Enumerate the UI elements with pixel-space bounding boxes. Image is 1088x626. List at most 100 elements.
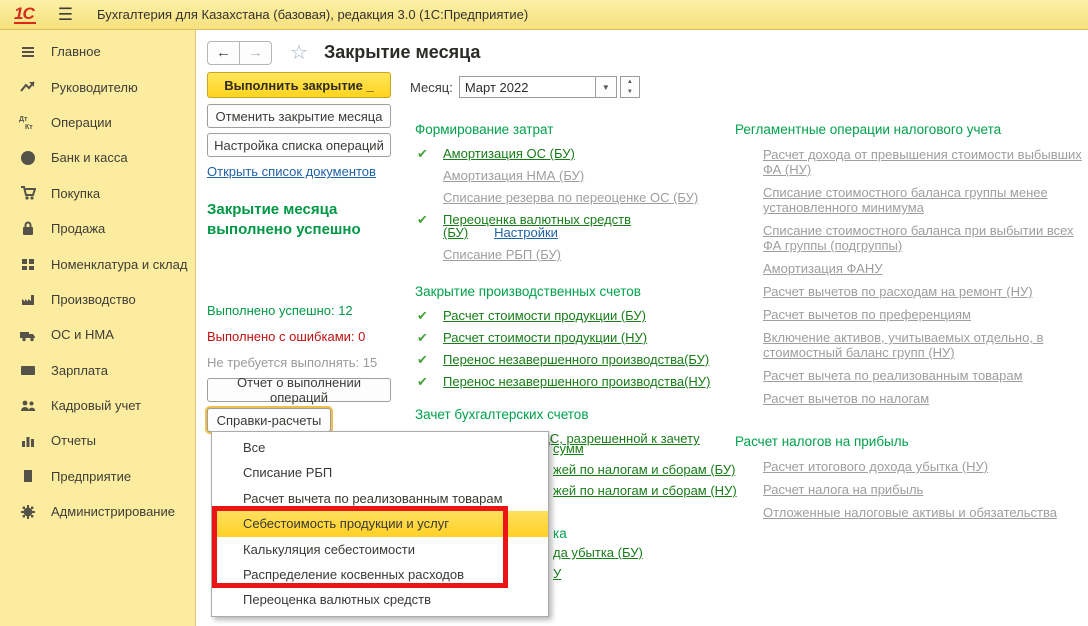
hidden-link-fragment[interactable]: У [553,566,561,581]
operation-row: Расчет вычетов по налогам [735,391,1085,406]
operation-link[interactable]: Расчет итогового дохода убытка (НУ) [763,459,988,474]
sidebar-item-salary[interactable]: Зарплата [0,353,195,388]
hidden-link-fragment[interactable]: жей по налогам и сборам (НУ) [553,483,737,498]
manager-chart-icon [18,79,38,95]
sidebar-item-label: Отчеты [51,433,96,448]
operation-link[interactable]: Расчет вычетов по преференциям [763,307,971,322]
operation-link[interactable]: Расчет стоимости продукции (НУ) [443,330,647,345]
sidebar-item-label: Предприятие [51,469,131,484]
actions-column: Выполнить закрытие _ Отменить закрытие м… [207,72,407,472]
favorite-star-icon[interactable]: ☆ [290,40,308,65]
forward-button[interactable]: → [239,41,272,65]
operation-link[interactable]: Расчет вычета по реализованным товарам [763,368,1023,383]
sidebar-item-main[interactable]: Главное [0,34,195,69]
operation-link[interactable]: Списание РБП (БУ) [443,247,561,262]
sidebar-item-label: Номенклатура и склад [51,257,187,272]
cart-icon [18,185,38,201]
operation-row: Списание резерва по переоценке ОС (БУ) [415,191,720,204]
hidden-link-fragment[interactable]: да убытка (БУ) [553,545,643,560]
menu-item-rbp-writeoff[interactable]: Списание РБП [212,460,548,485]
gear-icon [18,504,38,520]
sidebar-item-operations[interactable]: ДтКт Операции [0,105,195,140]
menu-item-all[interactable]: Все [212,435,548,460]
operation-link[interactable]: Расчет дохода от превышения стоимости вы… [763,147,1082,177]
operation-row: Расчет вычетов по преференциям [735,307,1085,322]
menu-item-cost-calculation[interactable]: Калькуляция себестоимости [212,537,548,562]
operation-row: Амортизация НМА (БУ) [415,169,720,182]
operation-link[interactable]: Списание резерва по переоценке ОС (БУ) [443,190,698,205]
sidebar-item-production[interactable]: Производство [0,282,195,317]
cancel-closing-button[interactable]: Отменить закрытие месяца [207,104,391,128]
month-input[interactable] [459,76,595,98]
operation-link[interactable]: Расчет стоимости продукции (БУ) [443,308,646,323]
debit-credit-icon: ДтКт [18,114,38,130]
certificates-calculations-button[interactable]: Справки-расчеты [207,408,331,432]
operation-link[interactable]: Расчет вычетов по налогам [763,391,929,406]
sidebar-item-enterprise[interactable]: Предприятие [0,459,195,494]
operation-link[interactable]: Перенос незавершенного производства(НУ) [443,374,710,389]
operation-link[interactable]: Списание стоимостного баланса при выбыти… [763,223,1074,253]
chevron-down-icon: ▼ [602,83,610,92]
operation-link[interactable]: Перенос незавершенного производства(БУ) [443,352,709,367]
sidebar-item-reports[interactable]: Отчеты [0,423,195,458]
sidebar-item-purchase[interactable]: Покупка [0,176,195,211]
operation-row: Списание РБП (БУ) [415,248,720,261]
sidebar-item-bank[interactable]: Т Банк и касса [0,140,195,175]
menu-item-deduction-sold-goods[interactable]: Расчет вычета по реализованным товарам [212,486,548,511]
menu-item-currency-revaluation[interactable]: Переоценка валютных средств [212,587,548,612]
menu-item-cost-production-services[interactable]: Себестоимость продукции и услуг [212,511,548,536]
operation-link[interactable]: Расчет налога на прибыль [763,482,923,497]
grid-icon [18,256,38,272]
bar-chart-icon [18,433,38,449]
sidebar-item-hr[interactable]: Кадровый учет [0,388,195,423]
sidebar: Главное Руководителю ДтКт Операции Т Бан… [0,30,196,626]
sidebar-item-administration[interactable]: Администрирование [0,494,195,529]
operation-row: ✔Амортизация ОС (БУ) [415,147,720,160]
sidebar-item-stock[interactable]: Номенклатура и склад [0,246,195,281]
svg-text:Кт: Кт [25,124,33,130]
sidebar-item-manager[interactable]: Руководителю [0,69,195,104]
spinner-up-icon: ▲ [621,77,639,87]
operation-link[interactable]: Амортизация НМА (БУ) [443,168,584,183]
operations-report-button[interactable]: Отчет о выполнении операций [207,378,391,402]
sidebar-item-label: Продажа [51,221,105,236]
operations-settings-button[interactable]: Настройка списка операций [207,133,391,157]
hidden-link-fragment[interactable]: сумм [553,441,584,456]
sidebar-item-label: Банк и касса [51,150,128,165]
sidebar-item-fixed-assets[interactable]: ОС и НМА [0,317,195,352]
operation-row: Списание стоимостного баланса при выбыти… [735,223,1085,253]
menu-item-indirect-costs[interactable]: Распределение косвенных расходов [212,562,548,587]
status-not-required: Не требуется выполнять: 15 [207,355,377,370]
sidebar-item-label: Кадровый учет [51,398,141,413]
operation-link[interactable]: Амортизация ФАНУ [763,261,882,276]
hamburger-menu-icon[interactable]: ☰ [58,0,73,30]
hidden-link-fragment[interactable]: жей по налогам и сборам (БУ) [553,462,736,477]
hidden-header-fragment: ка [553,526,567,541]
month-dropdown-button[interactable]: ▼ [595,76,617,98]
closing-success-banner: Закрытие месяца выполнено успешно [207,200,361,240]
operation-link[interactable]: Включение активов, учитываемых отдельно,… [763,330,1043,360]
section-title: Формирование затрат [415,122,720,137]
run-closing-button[interactable]: Выполнить закрытие _ [207,72,391,98]
operation-row: Включение активов, учитываемых отдельно,… [735,330,1085,360]
back-button[interactable]: ← [207,41,240,65]
coin-icon: Т [18,150,38,166]
operation-link[interactable]: Расчет вычетов по расходам на ремонт (НУ… [763,284,1033,299]
operation-link[interactable]: Списание стоимостного баланса группы мен… [763,185,1048,215]
month-label: Месяц: [410,80,453,95]
settings-link[interactable]: Настройки [494,225,558,240]
operation-row: Расчет вычетов по расходам на ремонт (НУ… [735,284,1085,299]
operation-row: ✔Переоценка валютных средств (БУ)Настрой… [415,213,720,239]
building-icon [18,468,38,484]
top-bar: 1С ☰ Бухгалтерия для Казахстана (базовая… [0,0,1088,30]
factory-icon [18,291,38,307]
operation-row: ✔Перенос незавершенного производства(НУ) [415,375,720,388]
month-spinner[interactable]: ▲ ▼ [620,76,640,98]
sidebar-item-sale[interactable]: Продажа [0,211,195,246]
section-title: Расчет налогов на прибыль [735,434,1085,449]
open-documents-link[interactable]: Открыть список документов [207,164,376,179]
operation-link[interactable]: Отложенные налоговые активы и обязательс… [763,505,1057,520]
sidebar-item-label: Производство [51,292,136,307]
operation-link[interactable]: Амортизация ОС (БУ) [443,146,575,161]
operation-row: Расчет вычета по реализованным товарам [735,368,1085,383]
